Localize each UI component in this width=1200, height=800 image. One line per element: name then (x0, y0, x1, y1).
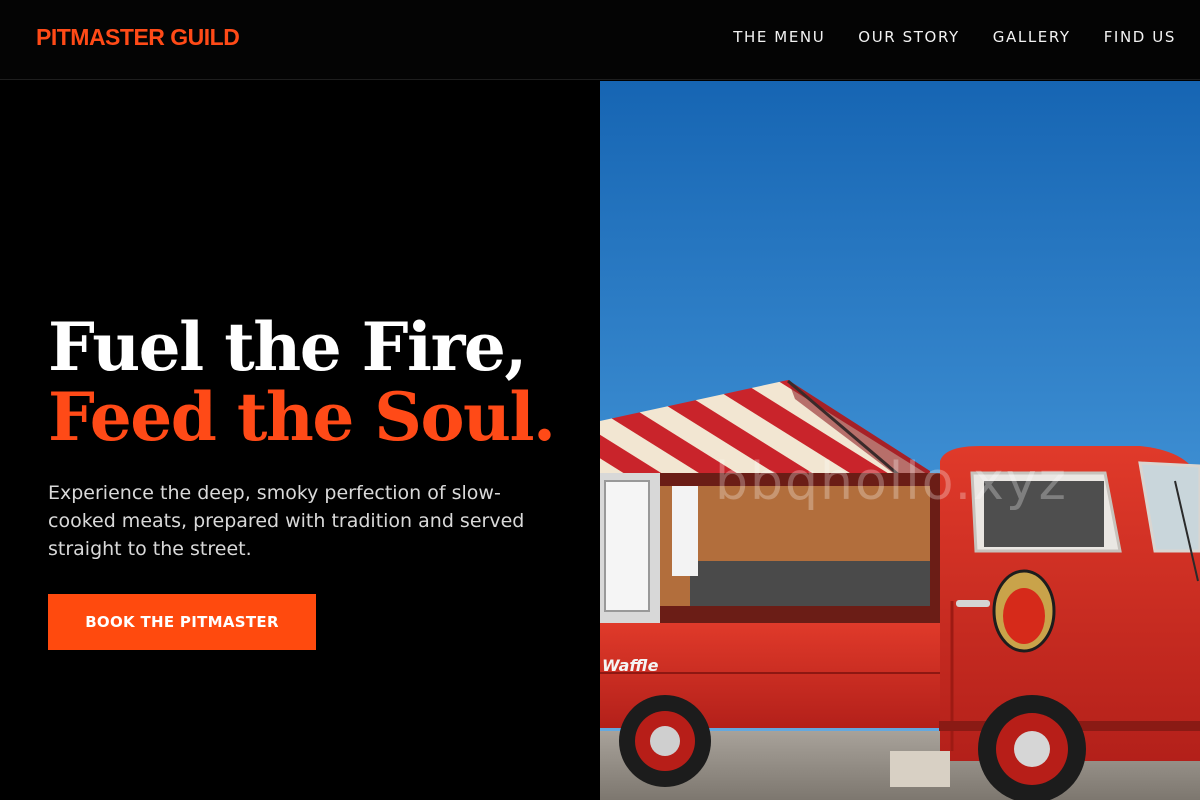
photo-watermark: bbqhollo.xyz (715, 452, 1068, 512)
hero-headline: Fuel the Fire, Feed the Soul. (48, 308, 556, 456)
hero-tagline: Experience the deep, smoky perfection of… (48, 482, 525, 560)
main-nav: THE MENU OUR STORY GALLERY FIND US (733, 28, 1176, 46)
nav-item-find-us[interactable]: FIND US (1104, 28, 1176, 46)
nav-item-the-menu[interactable]: THE MENU (733, 28, 825, 46)
brand-logo[interactable]: PITMASTER GUILD (36, 24, 240, 51)
hero-photo-food-truck: Waffle (600, 81, 1200, 800)
food-truck-illustration: Waffle (600, 81, 1200, 800)
headline-line-2: Feed the Soul. (48, 378, 556, 456)
headline-line-1: Fuel the Fire, (48, 308, 527, 386)
book-pitmaster-button[interactable]: BOOK THE PITMASTER (48, 594, 316, 650)
nav-item-gallery[interactable]: GALLERY (993, 28, 1071, 46)
site-header: PITMASTER GUILD THE MENU OUR STORY GALLE… (0, 0, 1200, 80)
truck-sign-text: Waffle (602, 656, 659, 675)
nav-item-our-story[interactable]: OUR STORY (858, 28, 960, 46)
